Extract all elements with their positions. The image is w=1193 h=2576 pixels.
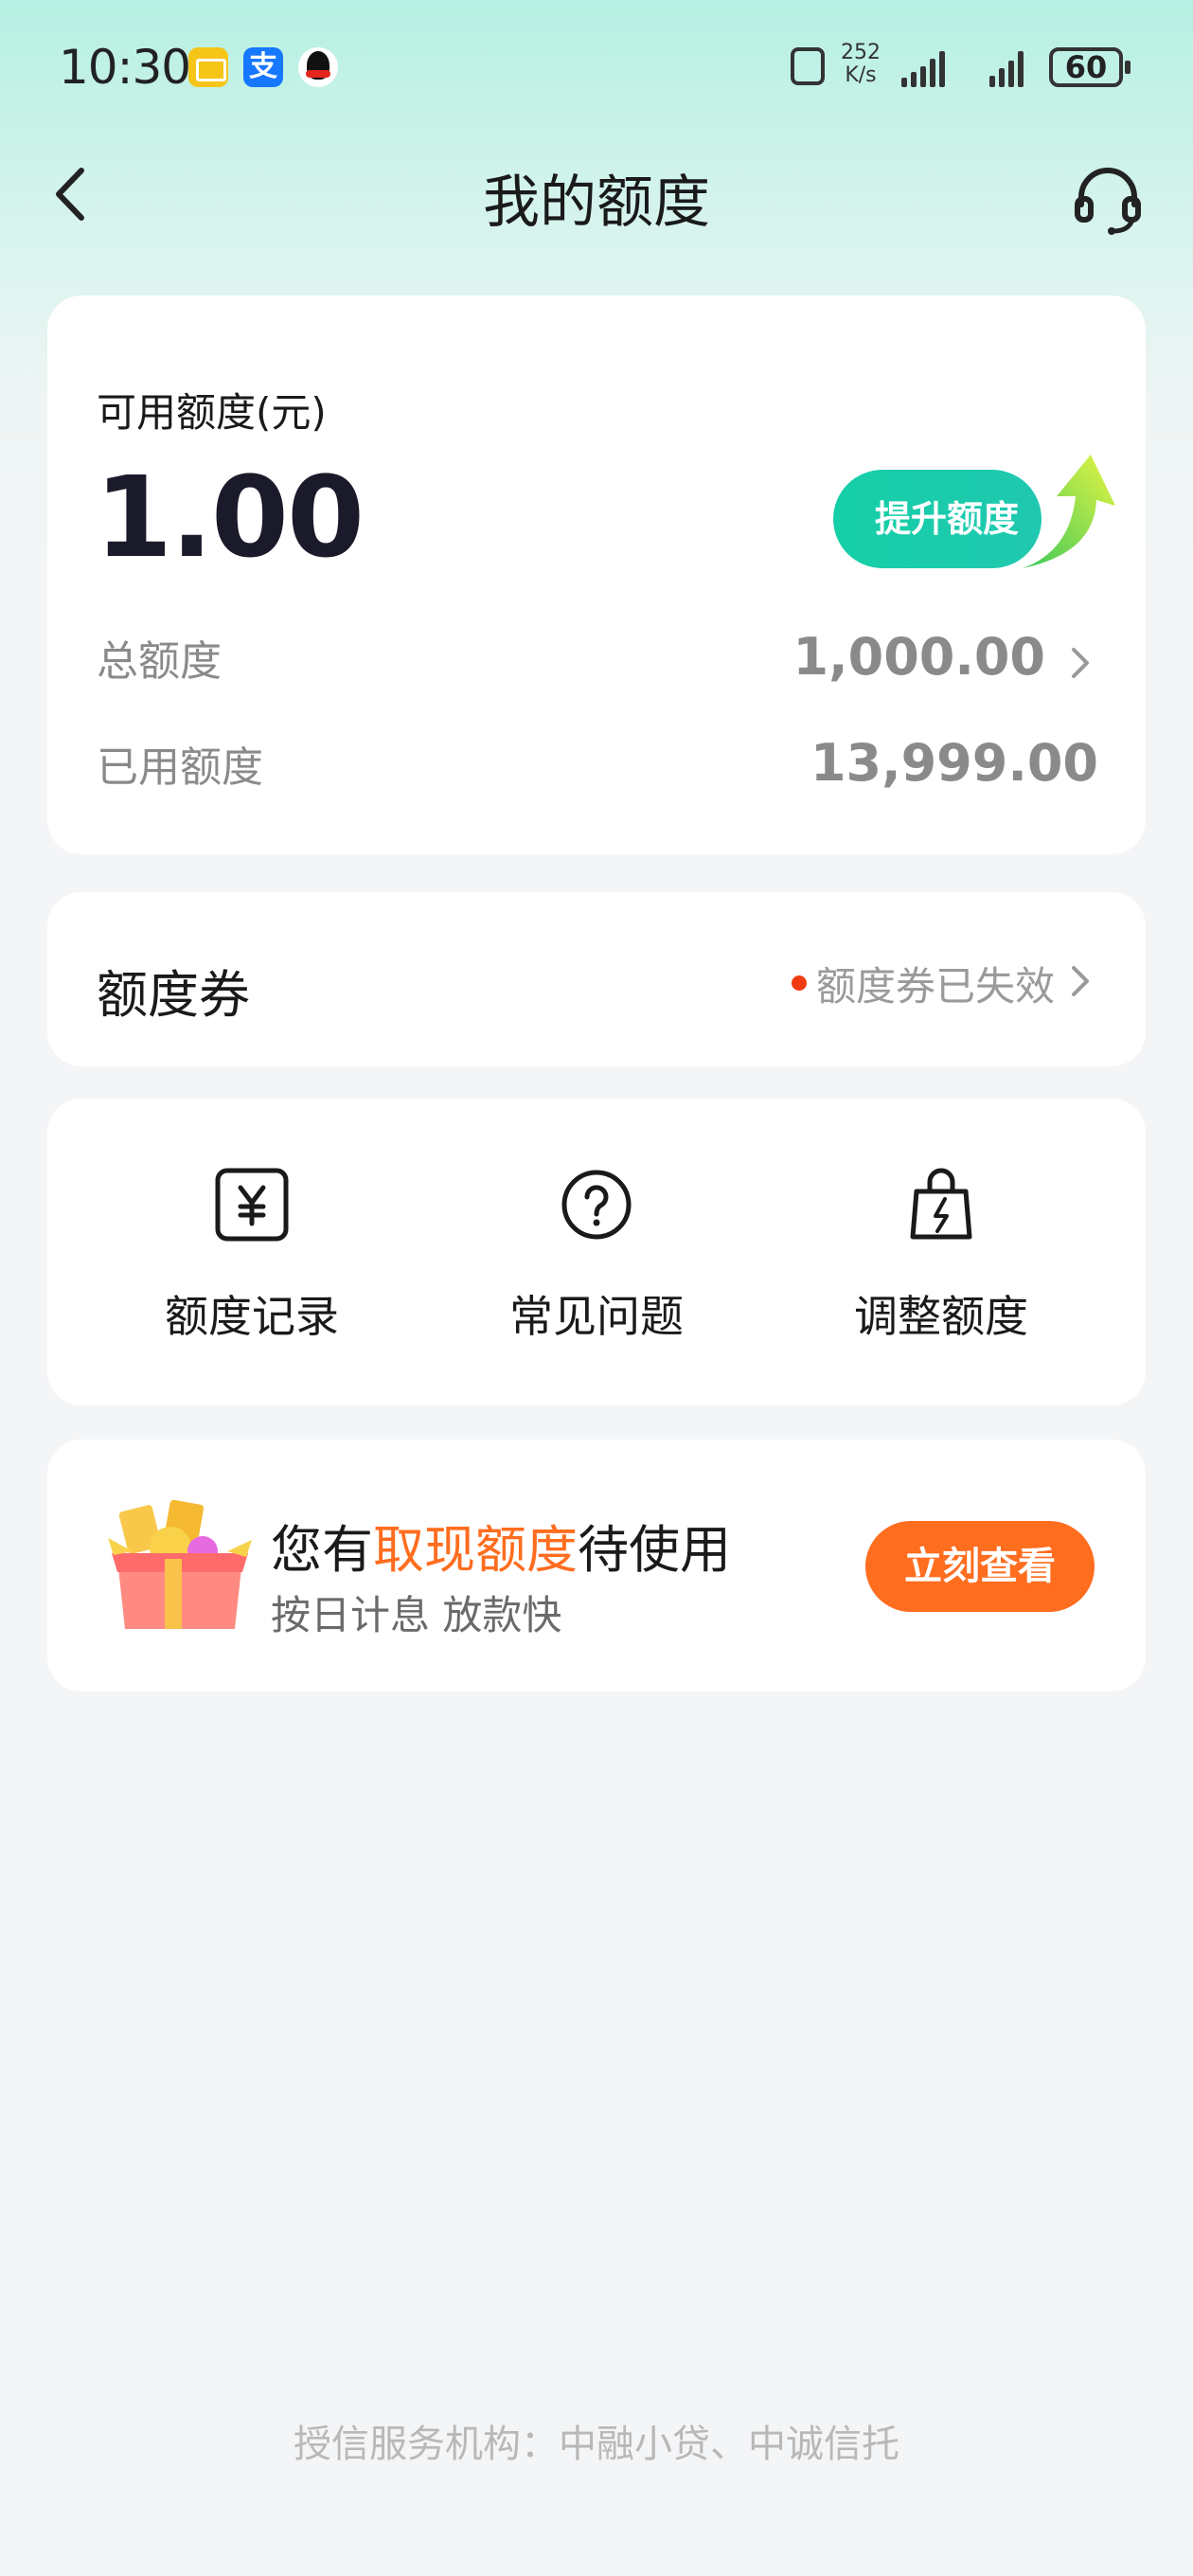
action-faq[interactable]: 常见问题 [454,1165,739,1345]
action-adjust-quota[interactable]: 调整额度 [799,1165,1083,1345]
status-bar: 10:30 支 252 K/s 60 [0,0,1193,133]
action-label: 常见问题 [509,1291,684,1342]
action-quota-record[interactable]: 额度记录 [110,1165,394,1345]
status-dot-icon [792,975,807,991]
actions-card: 额度记录 常见问题 调整额度 [47,1099,1146,1405]
upgrade-arrow-icon [1023,455,1115,568]
available-quota-label: 可用额度(元) [97,389,327,436]
question-icon [561,1170,632,1240]
promo-title-prefix: 您有 [271,1520,373,1580]
gift-box-icon [108,1499,252,1629]
used-quota-label: 已用额度 [97,743,263,792]
network-speed-unit: K/s [845,63,877,87]
used-quota-value: 13,999.00 [810,733,1098,793]
signal-icon [901,49,945,87]
customer-service-headset-icon[interactable] [1070,161,1146,237]
view-now-button[interactable]: 立刻查看 [865,1521,1095,1612]
network-speed-value: 252 [841,41,881,64]
alipay-icon: 支 [243,47,283,87]
network-speed: 252 K/s [841,42,881,87]
page-title: 我的额度 [483,170,710,236]
credit-institution-footer: 授信服务机构：中融小贷、中诚信托 [294,2423,899,2466]
promo-title-suffix: 待使用 [578,1520,731,1580]
nfc-icon [791,47,825,85]
coupon-title: 额度券 [97,965,250,1025]
qq-icon [298,47,338,87]
action-label: 调整额度 [854,1291,1028,1342]
promo-title: 您有取现额度待使用 [271,1508,731,1583]
promo-title-highlight: 取现额度 [373,1520,578,1580]
total-quota-value[interactable]: 1,000.00 [793,627,1045,687]
battery-indicator: 60 [1049,47,1131,87]
bag-lightning-icon [910,1168,972,1240]
yuan-record-icon [215,1168,289,1242]
chevron-right-icon[interactable] [1066,960,1095,1002]
promo-subtitle: 按日计息 放款快 [271,1592,562,1638]
chevron-right-icon[interactable] [1066,642,1095,684]
action-label: 额度记录 [165,1291,339,1342]
mail-icon [188,47,228,87]
available-quota-value: 1.00 [95,452,365,582]
status-time: 10:30 [59,40,191,95]
quota-card: 可用额度(元) 1.00 提升额度 总额度 1,000.00 已用额度 13,9… [47,295,1146,854]
quota-coupon-card[interactable]: 额度券 额度券已失效 [47,892,1146,1066]
signal-icon [989,49,1024,87]
cash-quota-promo-card[interactable]: 您有取现额度待使用 按日计息 放款快 立刻查看 [47,1440,1146,1691]
total-quota-label: 总额度 [97,637,222,686]
coupon-status: 额度券已失效 [816,963,1056,1010]
